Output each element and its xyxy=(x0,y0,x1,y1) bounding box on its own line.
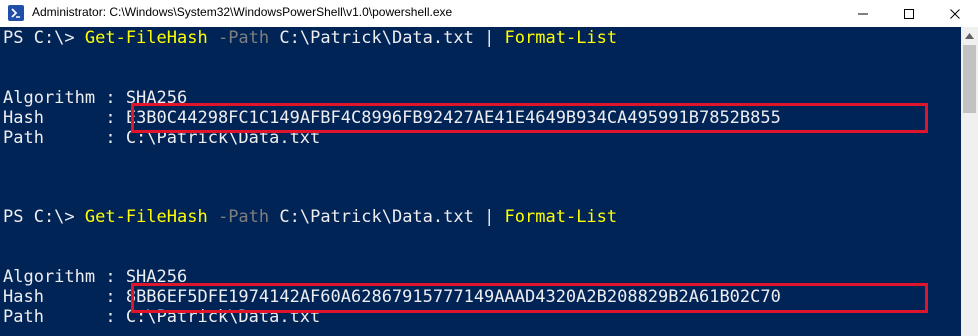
prompt: PS C:\> xyxy=(3,207,85,227)
argument: C:\Patrick\Data.txt | xyxy=(269,28,505,48)
scroll-up-button[interactable] xyxy=(961,27,978,44)
parameter: -Path xyxy=(207,28,270,48)
hash-highlight-box xyxy=(131,103,928,133)
argument: C:\Patrick\Data.txt | xyxy=(269,207,505,227)
minimize-button[interactable] xyxy=(840,0,886,27)
pipe-cmdlet: Format-List xyxy=(504,207,618,227)
title-bar[interactable]: Administrator: C:\Windows\System32\Windo… xyxy=(0,0,978,28)
cmdlet: Get-FileHash xyxy=(84,28,208,48)
vertical-scrollbar[interactable] xyxy=(961,27,978,336)
command-line: PS C:\> Get-FileHash -Path C:\Patrick\Da… xyxy=(3,207,617,227)
chevron-up-icon xyxy=(965,32,974,39)
close-icon xyxy=(950,8,960,19)
maximize-icon xyxy=(904,8,914,19)
powershell-window: Administrator: C:\Windows\System32\Windo… xyxy=(0,0,978,336)
maximize-button[interactable] xyxy=(886,0,932,27)
console-output[interactable]: PS C:\> Get-FileHash -Path C:\Patrick\Da… xyxy=(0,27,961,336)
scroll-thumb[interactable] xyxy=(963,45,976,113)
command-line: PS C:\> Get-FileHash -Path C:\Patrick\Da… xyxy=(3,28,617,48)
close-button[interactable] xyxy=(932,0,978,27)
hash-label: Hash : xyxy=(3,287,126,307)
cmdlet: Get-FileHash xyxy=(84,207,208,227)
hash-highlight-box xyxy=(131,283,928,313)
powershell-icon xyxy=(8,5,24,21)
prompt: PS C:\> xyxy=(3,28,85,48)
window-title: Administrator: C:\Windows\System32\Windo… xyxy=(32,5,453,19)
parameter: -Path xyxy=(207,207,270,227)
pipe-cmdlet: Format-List xyxy=(504,28,618,48)
hash-label: Hash : xyxy=(3,108,126,128)
minimize-icon xyxy=(858,13,868,14)
